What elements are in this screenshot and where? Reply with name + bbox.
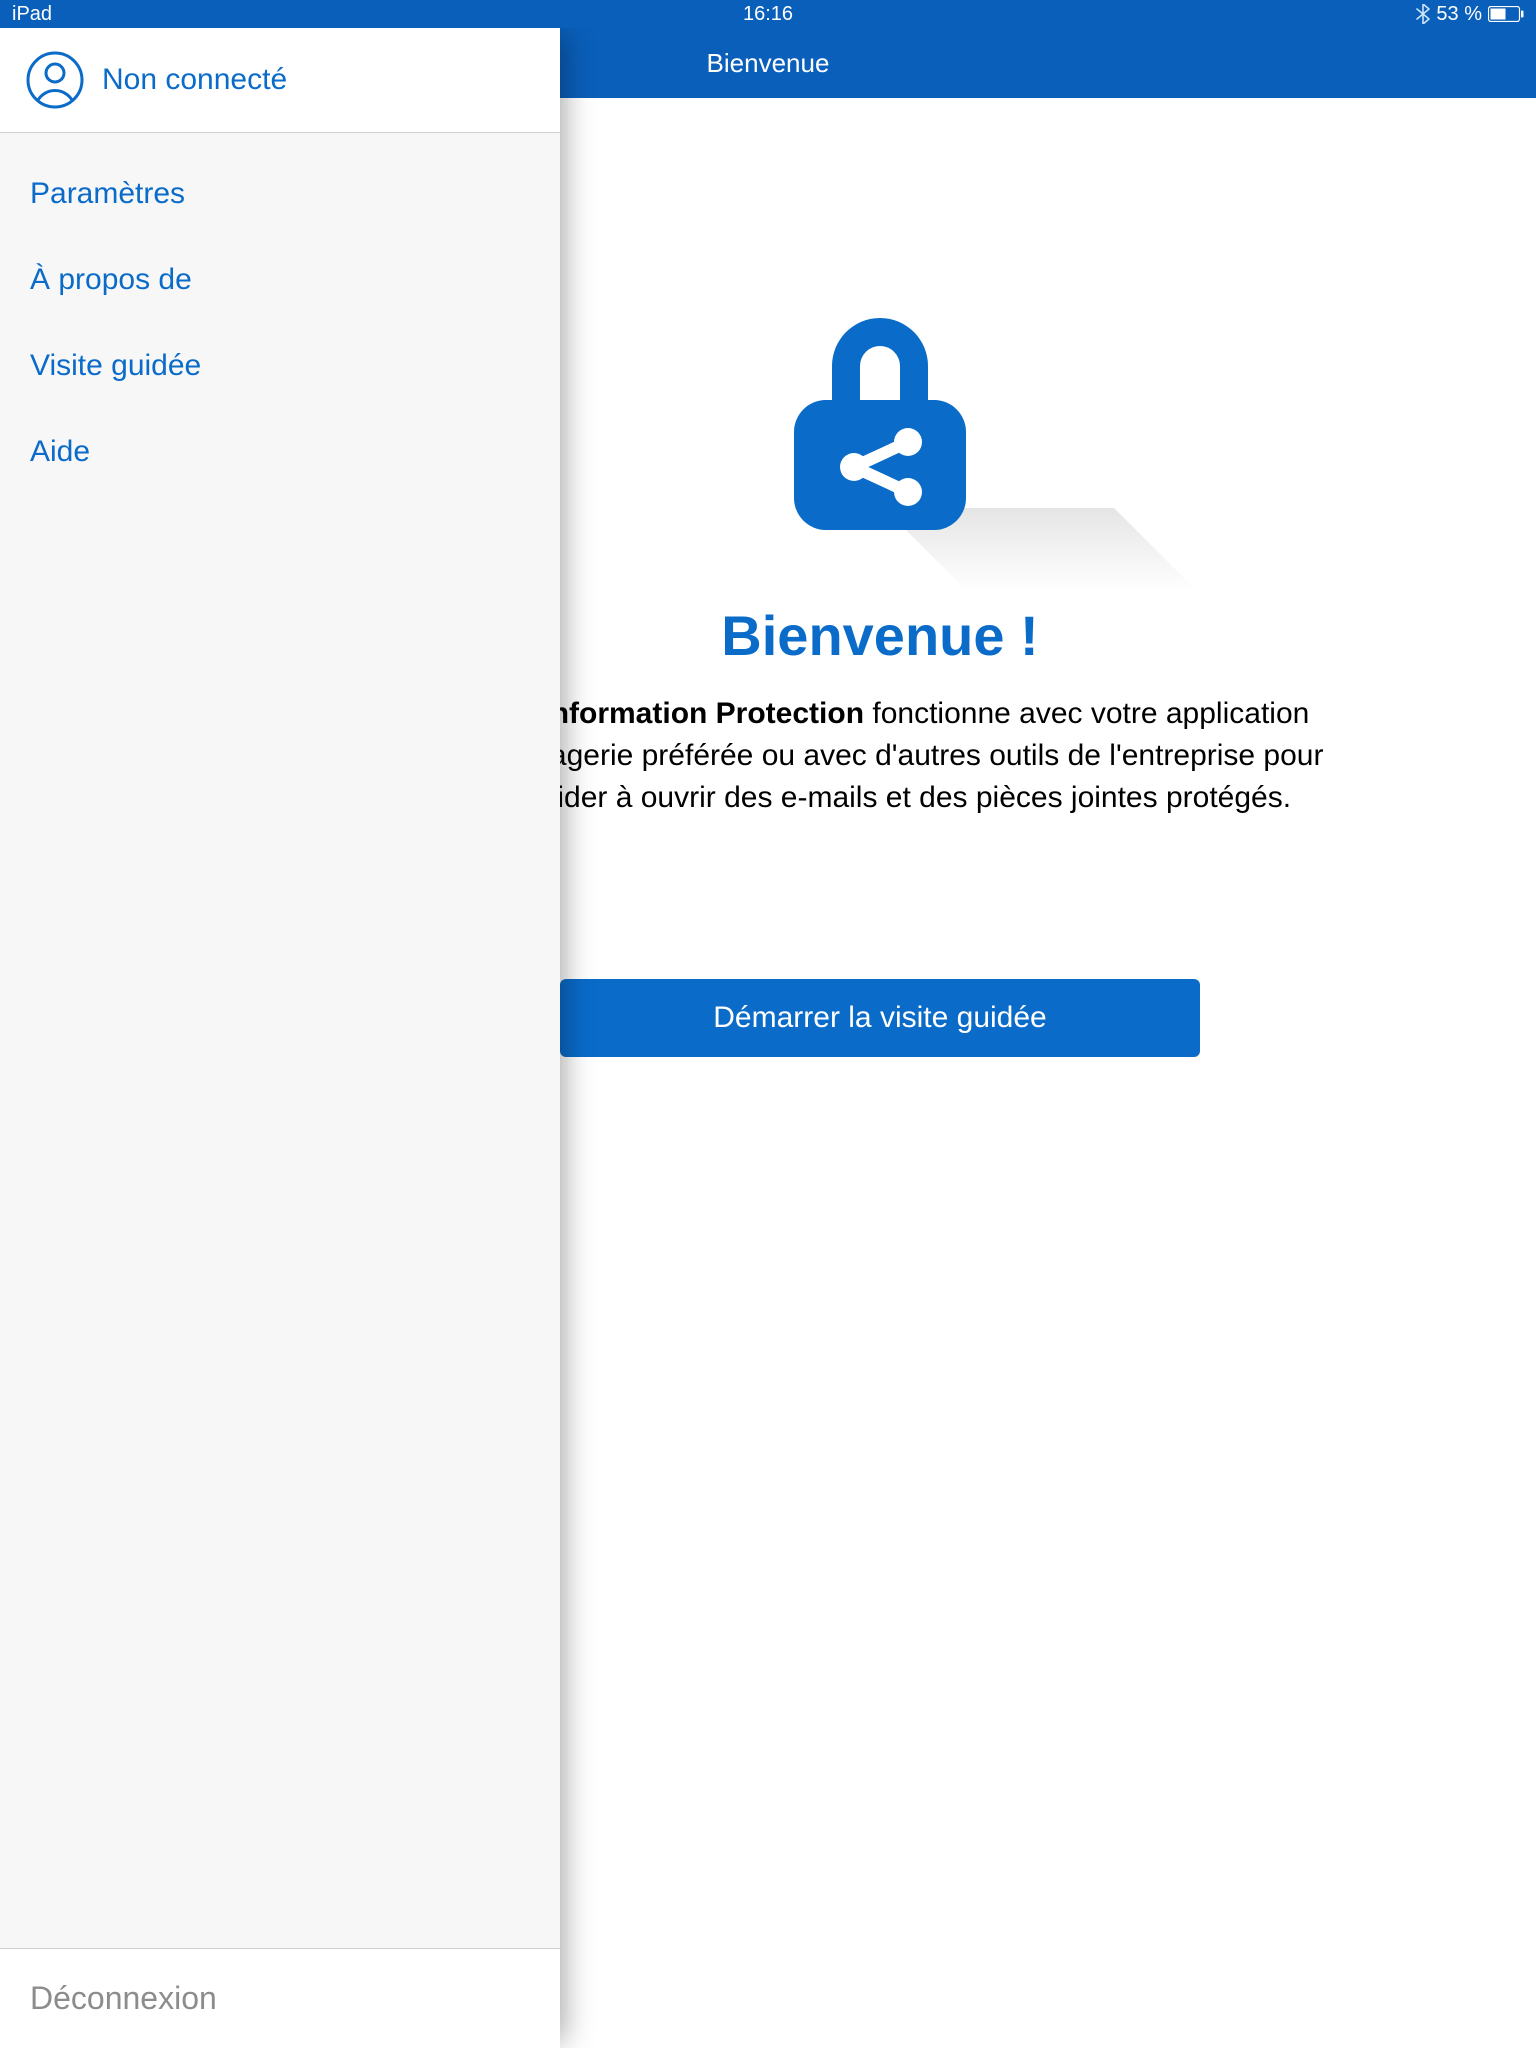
start-tour-button[interactable]: Démarrer la visite guidée [560, 979, 1200, 1057]
sidebar-item-label: Paramètres [30, 177, 185, 210]
user-status-label: Non connecté [102, 63, 287, 97]
lock-share-icon [794, 318, 966, 528]
sidebar-drawer: Non connecté Paramètres À propos de Visi… [0, 28, 560, 2048]
page-title: Bienvenue [707, 48, 830, 79]
welcome-description: Azure Information Protection fonctionne … [430, 693, 1330, 819]
sidebar-item-settings[interactable]: Paramètres [0, 151, 560, 237]
sidebar-item-label: Aide [30, 435, 90, 468]
sidebar-item-tour[interactable]: Visite guidée [0, 323, 560, 409]
battery-percent: 53 % [1436, 3, 1482, 26]
bluetooth-icon [1416, 4, 1430, 24]
sidebar-footer: Déconnexion [0, 1948, 560, 2048]
welcome-heading: Bienvenue ! [430, 603, 1330, 668]
user-avatar-icon [26, 51, 84, 109]
sidebar-item-label: À propos de [30, 263, 192, 296]
logout-button[interactable]: Déconnexion [30, 1980, 217, 2017]
start-tour-button-label: Démarrer la visite guidée [713, 1001, 1046, 1034]
sidebar-item-about[interactable]: À propos de [0, 237, 560, 323]
device-name: iPad [12, 3, 52, 26]
sidebar-item-label: Visite guidée [30, 349, 201, 382]
sidebar-header[interactable]: Non connecté [0, 28, 560, 133]
sidebar-menu: Paramètres À propos de Visite guidée Aid… [0, 133, 560, 1948]
ios-status-bar: iPad 16:16 53 % [0, 0, 1536, 28]
status-time: 16:16 [743, 3, 793, 26]
battery-icon [1488, 6, 1524, 22]
sidebar-item-help[interactable]: Aide [0, 409, 560, 495]
